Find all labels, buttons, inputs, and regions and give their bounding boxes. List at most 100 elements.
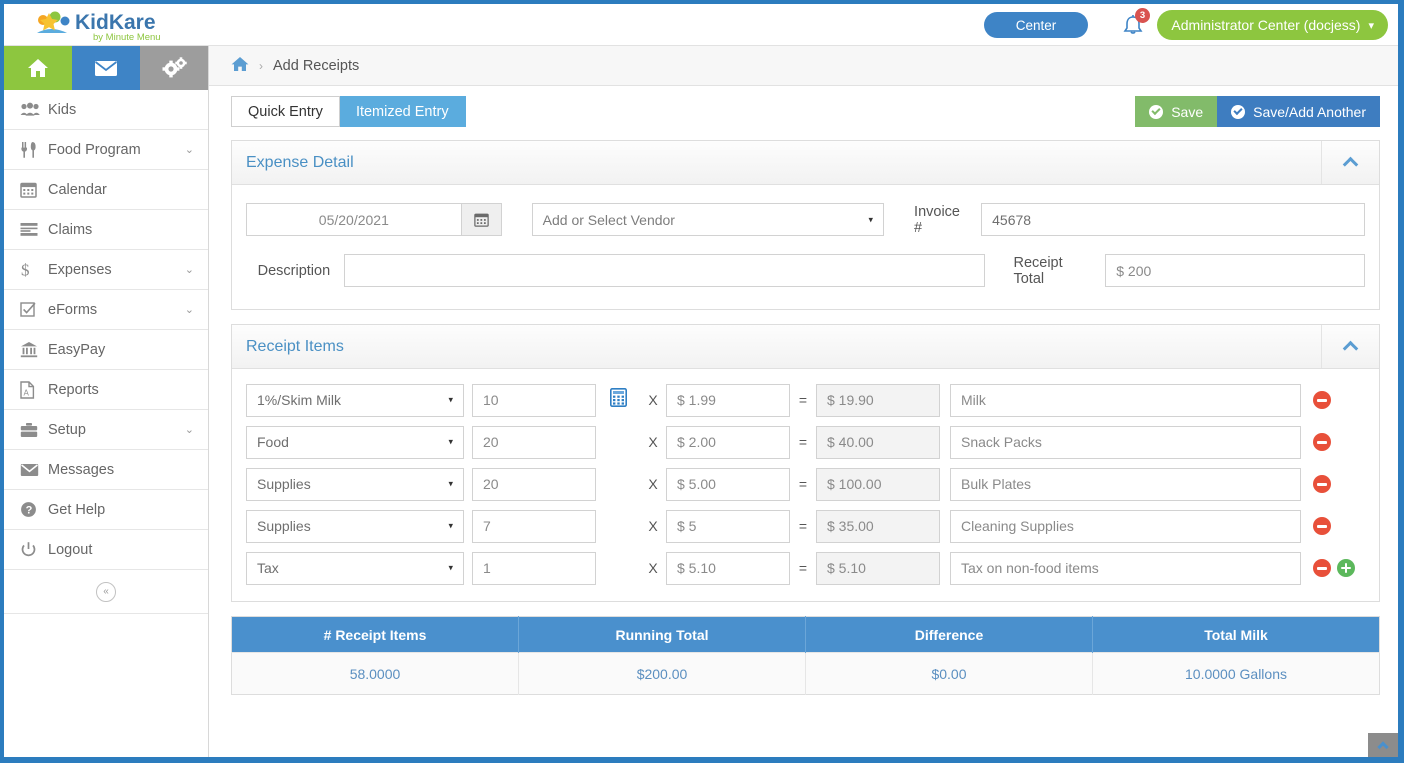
food-icon	[20, 141, 48, 159]
sidebar-item-logout[interactable]: Logout	[4, 530, 208, 570]
tab-itemized-entry[interactable]: Itemized Entry	[339, 96, 466, 127]
breadcrumb-home-icon[interactable]	[231, 56, 249, 76]
quick-settings-button[interactable]	[140, 46, 208, 90]
vendor-select[interactable]: Add or Select Vendor ▾	[531, 203, 885, 236]
center-switch-button[interactable]: Center	[984, 12, 1088, 38]
sidebar-item-calendar[interactable]: Calendar	[4, 170, 208, 210]
item-quantity-input[interactable]: 20	[472, 467, 596, 501]
summary-value-cell: $0.00	[805, 652, 1093, 695]
multiply-symbol: X	[648, 560, 658, 576]
date-picker-button[interactable]	[461, 203, 502, 236]
remove-item-button[interactable]	[1313, 475, 1331, 493]
main-content: › Add Receipts Quick Entry Itemized Entr…	[209, 46, 1398, 757]
sidebar-item-setup[interactable]: Setup ⌄	[4, 410, 208, 450]
scroll-to-top-button[interactable]	[1368, 733, 1398, 757]
receipt-item-row-buttons	[1301, 433, 1365, 451]
save-button-label: Save	[1171, 103, 1204, 120]
user-menu-label: Administrator Center (docjess)	[1171, 17, 1361, 33]
sidebar-item-claims[interactable]: Claims	[4, 210, 208, 250]
equals-symbol: =	[798, 434, 808, 450]
sidebar: Kids Food Program ⌄ Calendar Claims $ Ex…	[4, 46, 209, 757]
chevron-down-icon: ▾	[448, 436, 453, 447]
kids-icon	[20, 102, 48, 118]
description-input[interactable]	[344, 254, 986, 287]
receipt-total-input[interactable]: $ 200	[1105, 254, 1365, 287]
save-add-another-button[interactable]: Save/Add Another	[1217, 96, 1380, 127]
item-description-input[interactable]: Tax on non-food items	[950, 551, 1301, 585]
item-category-select[interactable]: Food ▾	[246, 425, 464, 459]
chevron-down-icon: ▾	[448, 394, 453, 405]
item-category-select[interactable]: Supplies ▾	[246, 509, 464, 543]
item-category-select[interactable]: 1%/Skim Milk ▾	[246, 383, 464, 417]
item-price-input[interactable]: $ 5	[666, 509, 790, 543]
page-toolbar: Quick Entry Itemized Entry Save Save/Add…	[209, 86, 1398, 140]
quick-home-button[interactable]	[4, 46, 72, 90]
item-category-select[interactable]: Tax ▾	[246, 551, 464, 585]
item-category-value: Tax	[257, 560, 279, 576]
save-button[interactable]: Save	[1135, 96, 1218, 127]
briefcase-icon	[20, 422, 48, 438]
sidebar-item-kids[interactable]: Kids	[4, 90, 208, 130]
sidebar-item-get-help[interactable]: ? Get Help	[4, 490, 208, 530]
item-description-input[interactable]: Cleaning Supplies	[950, 509, 1301, 543]
item-price-input[interactable]: $ 5.10	[666, 551, 790, 585]
sidebar-item-label: Get Help	[48, 501, 106, 518]
item-category-select[interactable]: Supplies ▾	[246, 467, 464, 501]
item-total-value: $ 35.00	[816, 509, 940, 543]
sidebar-item-eforms[interactable]: eForms ⌄	[4, 290, 208, 330]
receipt-items-title: Receipt Items	[246, 337, 344, 355]
dollar-icon: $	[20, 260, 48, 280]
receipt-items-collapse-button[interactable]	[1321, 325, 1379, 368]
expense-date-input[interactable]: 05/20/2021	[246, 203, 462, 236]
sidebar-collapse-row: «	[4, 570, 208, 614]
breadcrumb-current: Add Receipts	[273, 57, 360, 74]
expense-detail-collapse-button[interactable]	[1321, 141, 1379, 184]
sidebar-item-easypay[interactable]: EasyPay	[4, 330, 208, 370]
item-price-input[interactable]: $ 5.00	[666, 467, 790, 501]
sidebar-item-food-program[interactable]: Food Program ⌄	[4, 130, 208, 170]
sidebar-item-messages[interactable]: Messages	[4, 450, 208, 490]
chevron-down-icon: ⌄	[184, 304, 194, 316]
tab-quick-entry[interactable]: Quick Entry	[231, 96, 340, 127]
multiply-symbol: X	[648, 518, 658, 534]
item-quantity-input[interactable]: 20	[472, 425, 596, 459]
user-menu-button[interactable]: Administrator Center (docjess) ▾	[1157, 10, 1388, 40]
claims-icon	[20, 222, 48, 237]
item-price-input[interactable]: $ 1.99	[666, 383, 790, 417]
remove-item-button[interactable]	[1313, 559, 1331, 577]
multiply-symbol: X	[648, 434, 658, 450]
remove-item-button[interactable]	[1313, 517, 1331, 535]
sidebar-item-label: Messages	[48, 461, 115, 478]
item-description-input[interactable]: Snack Packs	[950, 425, 1301, 459]
chevron-down-icon: ▾	[448, 562, 453, 573]
report-icon: A	[20, 380, 48, 399]
receipt-summary-table: # Receipt Items Running Total Difference…	[231, 616, 1380, 695]
question-icon: ?	[20, 501, 48, 518]
sidebar-collapse-button[interactable]: «	[96, 581, 116, 602]
receipt-item-row-buttons	[1301, 559, 1365, 577]
remove-item-button[interactable]	[1313, 433, 1331, 451]
sidebar-item-label: Food Program	[48, 141, 141, 158]
item-quantity-input[interactable]: 1	[472, 551, 596, 585]
svg-text:by Minute Menu: by Minute Menu	[93, 32, 161, 43]
quick-mail-button[interactable]	[72, 46, 140, 90]
receipt-item-row-buttons	[1301, 517, 1365, 535]
item-quantity-input[interactable]: 10	[472, 383, 596, 417]
item-price-input[interactable]: $ 2.00	[666, 425, 790, 459]
sidebar-item-expenses[interactable]: $ Expenses ⌄	[4, 250, 208, 290]
horizontal-scrollbar[interactable]	[209, 749, 1368, 757]
chevron-down-icon: ▾	[448, 478, 453, 489]
item-description-input[interactable]: Bulk Plates	[950, 467, 1301, 501]
calculator-icon[interactable]	[609, 388, 627, 412]
add-item-button[interactable]	[1337, 559, 1355, 577]
kidkare-logo[interactable]: KidKare by Minute Menu	[31, 7, 171, 45]
sidebar-item-label: Logout	[48, 541, 93, 558]
remove-item-button[interactable]	[1313, 391, 1331, 409]
equals-symbol: =	[798, 476, 808, 492]
invoice-number-input[interactable]: 45678	[981, 203, 1365, 236]
chevron-down-icon: ⌄	[184, 424, 194, 436]
sidebar-item-reports[interactable]: A Reports	[4, 370, 208, 410]
item-quantity-input[interactable]: 7	[472, 509, 596, 543]
envelope-icon	[20, 463, 48, 477]
item-description-input[interactable]: Milk	[950, 383, 1301, 417]
